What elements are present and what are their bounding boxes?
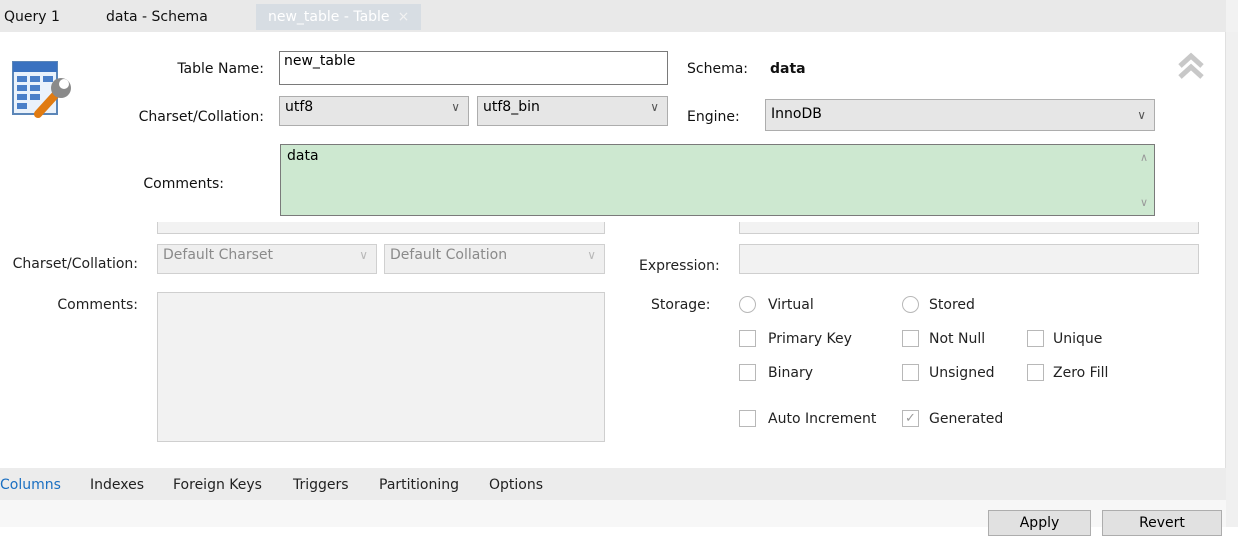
zero-fill-checkbox[interactable]	[1027, 364, 1044, 381]
chevron-down-icon: ∨	[451, 100, 460, 114]
unique-checkbox[interactable]	[1027, 330, 1044, 347]
tab-options[interactable]: Options	[489, 477, 543, 493]
generated-label: Generated	[929, 411, 1004, 427]
close-icon[interactable]: ×	[398, 9, 410, 25]
tab-triggers[interactable]: Triggers	[293, 477, 349, 493]
datatype-field-edge	[739, 222, 1199, 234]
unique-label: Unique	[1053, 331, 1103, 347]
editor-tab-bar: Query 1 data - Schema new_table - Table ×	[0, 0, 1238, 32]
tab-foreign-keys[interactable]: Foreign Keys	[173, 477, 262, 493]
unsigned-checkbox[interactable]	[902, 364, 919, 381]
binary-label: Binary	[768, 365, 813, 381]
column-collation-select[interactable]: Default Collation ∨	[384, 244, 605, 274]
unsigned-label: Unsigned	[929, 365, 995, 381]
column-charset-label: Charset/Collation:	[12, 256, 138, 272]
tab-indexes[interactable]: Indexes	[90, 477, 144, 493]
tab-partitioning[interactable]: Partitioning	[379, 477, 459, 493]
chevron-down-icon: ∨	[359, 248, 368, 262]
primary-key-label: Primary Key	[768, 331, 852, 347]
engine-label: Engine:	[687, 109, 740, 125]
schema-label: Schema:	[687, 61, 749, 77]
textarea-scrollbar[interactable]: ∧ ∨	[1136, 145, 1154, 215]
revert-button[interactable]: Revert	[1102, 510, 1222, 536]
tab-query-1[interactable]: Query 1	[4, 4, 60, 30]
generated-checkbox[interactable]: ✓	[902, 410, 919, 427]
auto-increment-checkbox[interactable]	[739, 410, 756, 427]
scroll-down-icon[interactable]: ∨	[1140, 196, 1148, 209]
table-wrench-icon	[12, 58, 74, 122]
storage-stored-radio[interactable]	[902, 296, 919, 313]
tab-data-schema[interactable]: data - Schema	[106, 4, 208, 30]
expression-label: Expression:	[639, 258, 720, 274]
expression-input[interactable]	[739, 244, 1199, 274]
storage-virtual-radio[interactable]	[739, 296, 756, 313]
double-chevron-up-icon[interactable]	[1176, 50, 1206, 80]
tab-new-table-label: new_table - Table	[268, 9, 390, 25]
column-charset-value: Default Charset	[163, 247, 273, 263]
tab-bar-edge	[1226, 0, 1238, 32]
schema-value: data	[770, 61, 806, 77]
table-comments-label: Comments:	[143, 176, 224, 192]
apply-button[interactable]: Apply	[988, 510, 1091, 536]
collation-select-value: utf8_bin	[483, 99, 540, 115]
tab-new-table[interactable]: new_table - Table ×	[256, 4, 422, 30]
table-name-label: Table Name:	[177, 61, 264, 77]
chevron-down-icon: ∨	[1137, 108, 1146, 122]
table-name-input[interactable]: new_table	[279, 51, 668, 85]
storage-stored-label: Stored	[929, 297, 975, 313]
scroll-up-icon[interactable]: ∧	[1140, 151, 1148, 164]
binary-checkbox[interactable]	[739, 364, 756, 381]
column-collation-value: Default Collation	[390, 247, 508, 263]
column-comments-label: Comments:	[57, 297, 138, 313]
zero-fill-label: Zero Fill	[1053, 365, 1109, 381]
column-comments-textarea[interactable]	[157, 292, 605, 442]
column-charset-select[interactable]: Default Charset ∨	[157, 244, 377, 274]
charset-select-value: utf8	[285, 99, 314, 115]
engine-select-value: InnoDB	[771, 106, 822, 122]
charset-collation-label: Charset/Collation:	[138, 109, 264, 125]
vertical-scrollbar[interactable]	[1225, 32, 1238, 527]
engine-select[interactable]: InnoDB ∨	[765, 99, 1155, 131]
tab-columns[interactable]: Columns	[0, 477, 61, 493]
not-null-checkbox[interactable]	[902, 330, 919, 347]
column-name-field-edge	[157, 222, 605, 234]
chevron-down-icon: ∨	[650, 100, 659, 114]
table-comments-textarea[interactable]: data ∧ ∨	[280, 144, 1155, 216]
collation-select[interactable]: utf8_bin ∨	[477, 96, 668, 126]
storage-label: Storage:	[651, 297, 711, 313]
storage-virtual-label: Virtual	[768, 297, 814, 313]
table-comments-value: data	[287, 148, 319, 164]
charset-select[interactable]: utf8 ∨	[279, 96, 469, 126]
not-null-label: Not Null	[929, 331, 986, 347]
chevron-down-icon: ∨	[587, 248, 596, 262]
editor-bottom-tabs: Columns Indexes Foreign Keys Triggers Pa…	[0, 468, 1226, 500]
auto-increment-label: Auto Increment	[768, 411, 877, 427]
primary-key-checkbox[interactable]	[739, 330, 756, 347]
